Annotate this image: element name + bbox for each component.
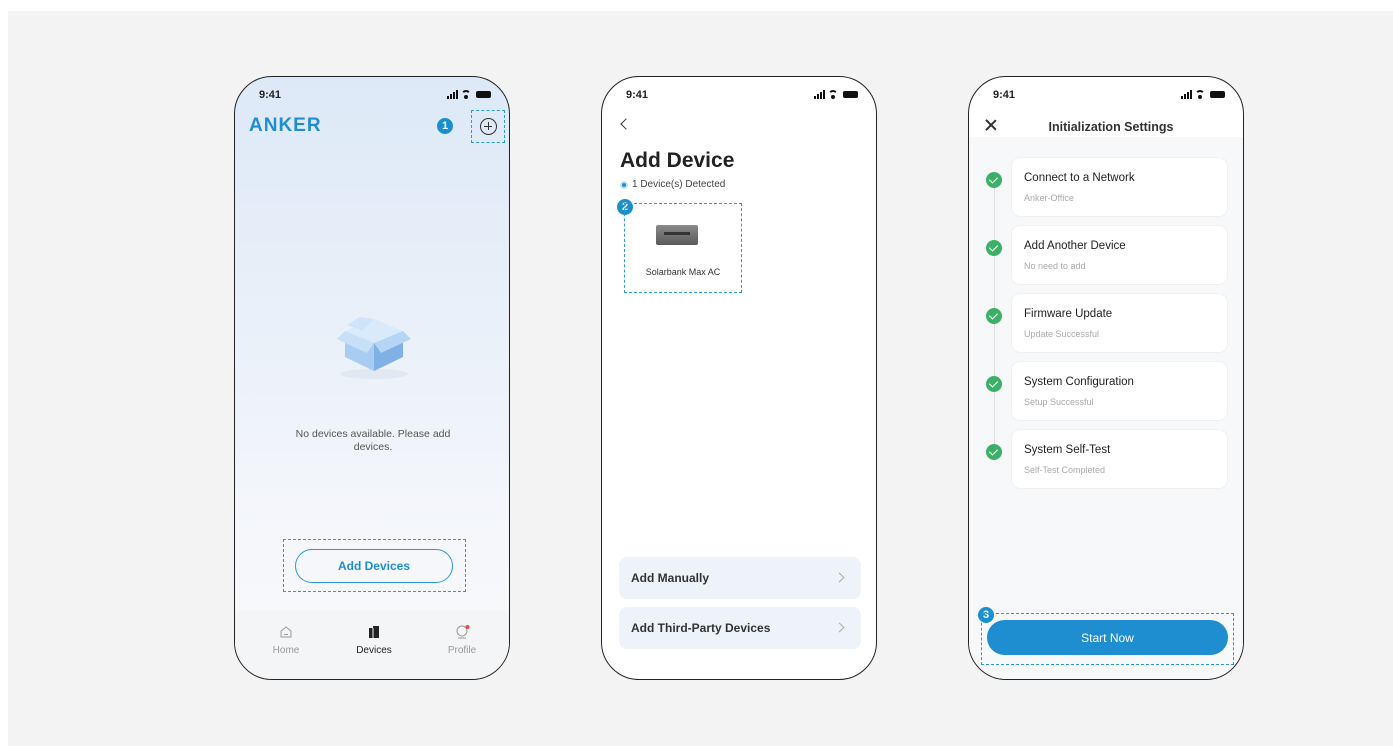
devices-detected-text: 1 Device(s) Detected <box>632 179 726 190</box>
step-subtitle: Setup Successful <box>1024 397 1094 407</box>
step-subtitle: Self-Test Completed <box>1024 465 1106 475</box>
add-manually-option[interactable]: Add Manually <box>619 557 861 599</box>
step-item-configuration: System Configuration Setup Successful <box>1012 362 1227 420</box>
status-bar: 9:41 <box>257 87 491 105</box>
tab-home-label: Home <box>272 645 300 656</box>
empty-box-illustration <box>337 317 411 379</box>
signal-icon <box>1181 90 1192 99</box>
status-icons <box>1181 90 1225 99</box>
devices-detected-status: 1 Device(s) Detected <box>620 179 725 190</box>
battery-icon <box>476 91 491 98</box>
check-icon <box>986 172 1002 188</box>
step-subtitle: No need to add <box>1024 261 1086 271</box>
tab-home[interactable]: Home <box>251 625 321 656</box>
tab-devices[interactable]: Devices <box>339 625 409 656</box>
step-title: System Configuration <box>1024 376 1134 388</box>
step-item-firmware: Firmware Update Update Successful <box>1012 294 1227 352</box>
step-subtitle: Anker-Office <box>1024 193 1074 203</box>
page-title: Add Device <box>620 149 735 172</box>
status-time: 9:41 <box>259 89 282 101</box>
device-card[interactable]: Solarbank Max AC <box>624 203 742 293</box>
chevron-right-icon <box>834 572 845 583</box>
tab-profile[interactable]: Profile <box>427 625 497 656</box>
solarbank-device-image <box>656 225 698 245</box>
tab-profile-label: Profile <box>447 645 477 656</box>
empty-state-message: No devices available. Please add devices… <box>295 428 451 453</box>
status-icons <box>447 90 491 99</box>
check-icon <box>986 444 1002 460</box>
step-title: System Self-Test <box>1024 444 1111 456</box>
add-third-party-option[interactable]: Add Third-Party Devices <box>619 607 861 649</box>
phone-screen-initialization: 9:41 Initialization Settings Connect to … <box>968 76 1244 680</box>
step-item-another-device: Add Another Device No need to add <box>1012 226 1227 284</box>
tab-devices-label: Devices <box>356 645 392 656</box>
chevron-right-icon <box>834 622 845 633</box>
detection-dot-icon <box>620 180 628 189</box>
profile-icon <box>455 625 470 639</box>
check-icon <box>986 376 1002 392</box>
home-icon <box>279 625 293 639</box>
start-now-button[interactable]: Start Now <box>987 620 1228 655</box>
signal-icon <box>447 90 458 99</box>
device-name: Solarbank Max AC <box>645 267 721 277</box>
bottom-tab-bar: Home Devices Profile <box>235 611 509 679</box>
status-time: 9:41 <box>993 89 1016 101</box>
back-arrow-icon[interactable] <box>620 118 632 130</box>
add-third-party-label: Add Third-Party Devices <box>631 621 771 635</box>
wifi-icon <box>1195 90 1205 99</box>
anker-logo: ANKER <box>249 115 322 136</box>
battery-icon <box>843 91 858 98</box>
step-item-self-test: System Self-Test Self-Test Completed <box>1012 430 1227 488</box>
step-title: Connect to a Network <box>1024 172 1135 184</box>
step-subtitle: Update Successful <box>1024 329 1100 339</box>
wifi-icon <box>461 90 471 99</box>
step-title: Firmware Update <box>1024 308 1113 320</box>
add-devices-button[interactable]: Add Devices <box>295 549 453 583</box>
step-badge-1: 1 <box>437 118 453 134</box>
battery-icon <box>1210 91 1225 98</box>
wifi-icon <box>828 90 838 99</box>
check-icon <box>986 308 1002 324</box>
status-bar: 9:41 <box>991 87 1225 105</box>
check-icon <box>986 240 1002 256</box>
page-title: Initialization Settings <box>1048 120 1174 134</box>
status-time: 9:41 <box>626 89 649 101</box>
step-title: Add Another Device <box>1024 240 1126 252</box>
status-icons <box>814 90 858 99</box>
signal-icon <box>814 90 825 99</box>
phone-screen-add-device: 9:41 Add Device 1 Device(s) Detected 2 S… <box>601 76 877 680</box>
step-item-network: Connect to a Network Anker-Office <box>1012 158 1227 216</box>
devices-icon <box>367 625 381 639</box>
add-manually-label: Add Manually <box>631 571 710 585</box>
add-circle-icon[interactable] <box>480 118 497 135</box>
phone-screen-devices: 9:41 ANKER 1 No devices available. Pleas… <box>234 76 510 680</box>
status-bar: 9:41 <box>624 87 858 105</box>
